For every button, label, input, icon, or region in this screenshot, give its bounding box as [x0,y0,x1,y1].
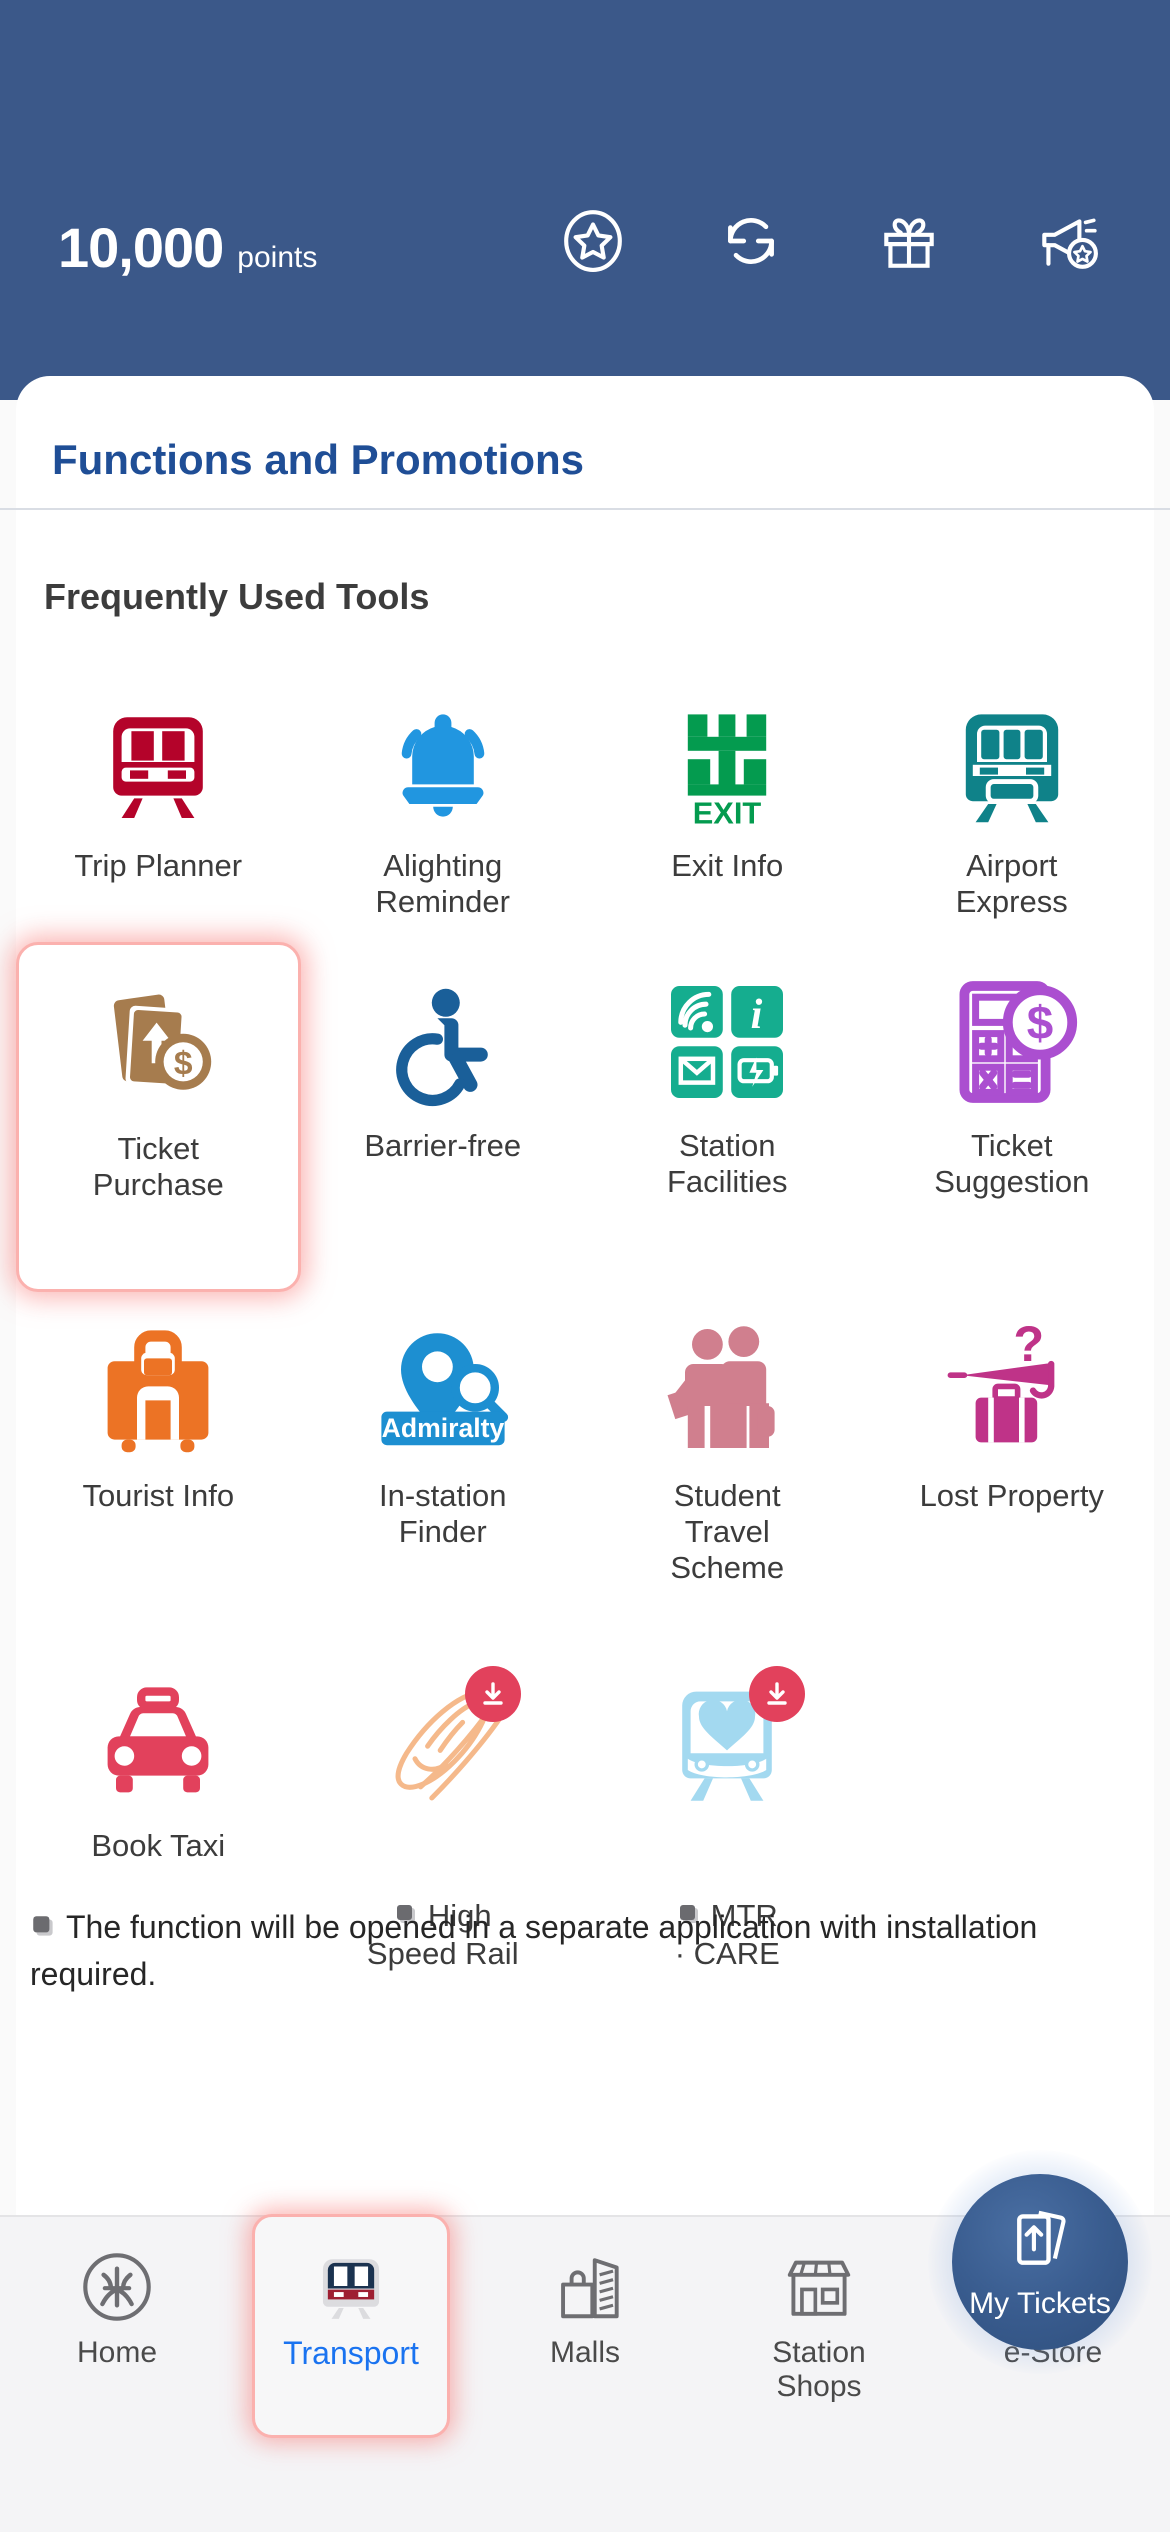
tool-tile-book-taxi[interactable]: Book Taxi [16,1642,301,1922]
nav-label: Transport [283,2335,419,2371]
exit-sign-icon: EXIT [688,714,767,831]
suitcase-orange-icon [107,1330,209,1453]
nav-item-transport[interactable]: Transport [252,2214,450,2438]
tool-label: Barrier-free [364,1128,522,1163]
header-icon-row [560,208,1100,274]
title-divider [0,508,1170,510]
nav-item-malls[interactable]: Malls [468,2222,702,2452]
mtr-logo-icon [83,2253,151,2321]
nav-item-home[interactable]: Home [0,2222,234,2452]
star-circle-icon[interactable] [560,208,626,274]
tool-label: Exit Info [671,848,784,883]
tool-label: Ticket Purchase [92,1131,224,1202]
refresh-icon[interactable] [718,208,784,274]
points-unit-label: points [237,241,318,274]
points-value: 10,000 [58,216,224,279]
external-app-icon [30,1908,58,1952]
tool-label: Ticket Suggestion [934,1128,1090,1199]
tool-label: Student Travel Scheme [670,1478,785,1585]
tool-tile-trip-planner[interactable]: Trip Planner [16,662,301,942]
nav-label: Station Shops [772,2336,866,2404]
tool-tile-empty [870,1642,1155,1922]
station-badge-label: Admiralty [381,1413,504,1443]
tool-tile-in-station-finder[interactable]: Admiralty In-station Finder [301,1292,586,1642]
svg-text:$: $ [1027,997,1053,1050]
storefront-icon [787,2260,851,2316]
umbrella-suitcase-question-icon: ? [947,1322,1055,1443]
svg-text:i: i [751,992,763,1038]
nav-item-station-shops[interactable]: Station Shops [702,2222,936,2452]
map-pin-search-icon: Admiralty [381,1333,508,1446]
my-tickets-label: My Tickets [969,2287,1111,2320]
page-title: Functions and Promotions [52,436,584,483]
nav-label: Home [76,2336,158,2369]
app-root: 10,000 points Functions and Promotions F… [0,0,1170,2532]
gift-icon[interactable] [876,208,942,274]
two-students-icon [667,1326,775,1448]
tool-tile-station-facilities[interactable]: i Station Facilities [585,942,870,1292]
download-badge-icon [464,1666,521,1722]
tool-tile-lost-property[interactable]: ? Lost Property [870,1292,1155,1642]
tools-grid: Trip Planner Alighting Reminder EXIT Exi… [16,662,1155,1971]
train-red-icon [113,717,204,818]
app-header: 10,000 points [0,0,1170,400]
facilities-grid-icon: i [671,986,784,1098]
functions-sheet: Functions and Promotions Frequently Used… [0,376,1170,2386]
tool-label: Trip Planner [74,848,243,883]
taxi-icon [107,1687,209,1793]
wheelchair-icon [395,988,488,1106]
section-title-frequently-used-tools: Frequently Used Tools [44,576,430,617]
tool-label: Book Taxi [91,1828,226,1863]
train-nav-icon [322,2259,380,2319]
my-tickets-button[interactable]: My Tickets [952,2174,1128,2350]
tool-label: In-station Finder [378,1478,507,1549]
tool-tile-ticket-purchase[interactable]: $ Ticket Purchase [16,942,301,1292]
tool-tile-exit-info[interactable]: EXIT Exit Info [585,662,870,942]
footnote: The function will be opened in a separat… [30,1905,1110,1996]
footnote-text: The function will be opened in a separat… [30,1909,1038,1993]
tool-tile-ticket-suggestion[interactable]: $ Ticket Suggestion [870,942,1155,1292]
svg-text:$: $ [174,1045,193,1082]
tool-label: Tourist Info [82,1478,235,1513]
calculator-dollar-icon: $ [959,981,1077,1103]
svg-text:EXIT: EXIT [693,796,762,831]
train-teal-icon [965,714,1058,823]
tool-tile-tourist-info[interactable]: Tourist Info [16,1292,301,1642]
tool-tile-alighting-reminder[interactable]: Alighting Reminder [301,662,586,942]
tool-tile-barrier-free[interactable]: Barrier-free [301,942,586,1292]
tickets-icon [1017,2210,1066,2265]
tool-tile-high-speed-rail[interactable]: High Speed Rail [301,1642,586,1971]
tool-label: Alighting Reminder [375,848,510,919]
ticket-dollar-icon: $ [114,994,212,1090]
download-badge-icon [749,1666,806,1722]
megaphone-star-icon[interactable] [1034,208,1100,274]
bell-icon [401,714,485,817]
tool-label: Station Facilities [666,1128,788,1199]
nav-label: Malls [549,2336,620,2369]
mall-icon [561,2258,619,2319]
points-display: 10,000 points [58,215,317,280]
tool-label: Airport Express [955,848,1068,919]
tool-tile-student-travel-scheme[interactable]: Student Travel Scheme [585,1292,870,1642]
tool-tile-mtr-care[interactable]: MTR · CARE [585,1642,870,1971]
tool-tile-airport-express[interactable]: Airport Express [870,662,1155,942]
tool-label: Lost Property [919,1478,1104,1513]
